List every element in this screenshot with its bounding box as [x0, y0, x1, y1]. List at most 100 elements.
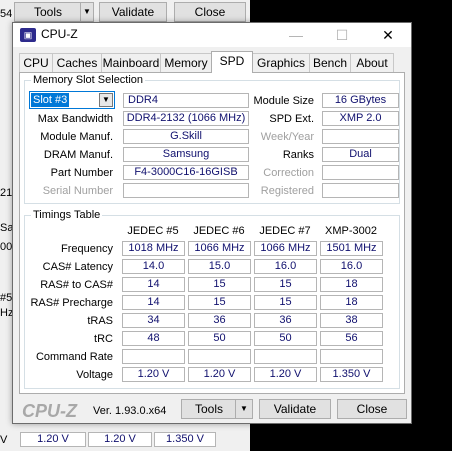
ranks-label: Ranks	[282, 149, 314, 161]
tab-caches[interactable]: Caches	[52, 53, 102, 72]
slot-select-value: Slot #3	[31, 93, 70, 107]
timings-cell	[122, 349, 185, 364]
bg-fragment: #5	[0, 292, 13, 304]
title-bar[interactable]: ▣ CPU-Z — ☐ ✕	[13, 23, 411, 47]
timings-cell: 15	[254, 277, 317, 292]
bg-voltage-label: V	[0, 434, 8, 446]
validate-button[interactable]: Validate	[259, 399, 331, 419]
bg-voltage-field: 1.350 V	[154, 432, 216, 447]
timings-cell: 48	[122, 331, 185, 346]
timings-row-label: Command Rate	[35, 351, 113, 363]
close-window-button[interactable]: ✕	[365, 23, 411, 47]
timings-cell	[188, 349, 251, 364]
tools-button-label: Tools	[194, 402, 223, 416]
spd-tab-panel: Memory Slot Selection Slot #3 ▼ DDR4 Mod…	[19, 72, 405, 394]
tab-graphics[interactable]: Graphics	[252, 53, 310, 72]
timings-column-header: JEDEC #7	[259, 225, 311, 237]
timings-cell: 1501 MHz	[320, 241, 383, 256]
bg-tools-arrow[interactable]: ▼	[80, 2, 94, 22]
timings-cell: 14	[122, 295, 185, 310]
bg-close-button[interactable]: Close	[174, 2, 246, 22]
timings-cell: 36	[188, 313, 251, 328]
timings-cell: 50	[188, 331, 251, 346]
week-year-label: Week/Year	[260, 131, 314, 143]
timings-row-label: tRC	[94, 333, 113, 345]
part-number-field: F4-3000C16-16GISB	[123, 165, 249, 180]
cpuz-app-icon: ▣	[20, 28, 36, 42]
timings-cell: 15	[254, 295, 317, 310]
timings-cell: 1.20 V	[254, 367, 317, 382]
timings-row-label: Frequency	[61, 243, 113, 255]
chevron-down-icon: ▼	[99, 93, 113, 107]
timings-cell	[320, 349, 383, 364]
timings-legend: Timings Table	[33, 209, 101, 221]
timings-cell: 16.0	[320, 259, 383, 274]
registered-field	[322, 183, 399, 198]
part-number-label: Part Number	[50, 167, 113, 179]
timings-cell: 1.350 V	[320, 367, 383, 382]
serial-number-field	[123, 183, 249, 198]
tools-button[interactable]: Tools ▼	[181, 399, 253, 419]
timings-column-header: XMP-3002	[325, 225, 377, 237]
timings-row-label: tRAS	[87, 315, 113, 327]
tab-cpu[interactable]: CPU	[19, 53, 53, 72]
timings-column-header: JEDEC #6	[193, 225, 245, 237]
tab-mainboard[interactable]: Mainboard	[101, 53, 161, 72]
bg-tools-button[interactable]: Tools	[14, 2, 82, 22]
tab-bench[interactable]: Bench	[309, 53, 351, 72]
timings-cell: 1066 MHz	[188, 241, 251, 256]
timings-cell: 1066 MHz	[254, 241, 317, 256]
timings-row-label: CAS# Latency	[42, 261, 113, 273]
tab-spd[interactable]: SPD	[211, 51, 253, 73]
module-manuf-label: Module Manuf.	[40, 131, 113, 143]
timings-row-label: RAS# to CAS#	[40, 279, 113, 291]
timings-cell: 16.0	[254, 259, 317, 274]
timings-cell: 18	[320, 277, 383, 292]
memory-slot-legend: Memory Slot Selection	[33, 74, 144, 86]
timings-cell: 15.0	[188, 259, 251, 274]
maximize-button[interactable]: ☐	[319, 23, 365, 47]
timings-cell: 15	[188, 295, 251, 310]
spd-ext-field: XMP 2.0	[322, 111, 399, 126]
spd-ext-label: SPD Ext.	[269, 113, 314, 125]
dram-manuf-field: Samsung	[123, 147, 249, 162]
bg-voltage-field: 1.20 V	[20, 432, 86, 447]
timings-cell: 56	[320, 331, 383, 346]
version-label: Ver. 1.93.0.x64	[93, 405, 167, 417]
timings-column-header: JEDEC #5	[127, 225, 179, 237]
module-size-label: Module Size	[253, 95, 314, 107]
chevron-down-icon[interactable]: ▼	[235, 400, 252, 418]
ranks-field: Dual	[322, 147, 399, 162]
correction-field	[322, 165, 399, 180]
timings-cell: 38	[320, 313, 383, 328]
cpuz-window: ▣ CPU-Z — ☐ ✕ CPU Caches Mainboard Memor…	[12, 22, 412, 424]
bg-fragment: 54	[0, 8, 13, 20]
timings-row-label: Voltage	[76, 369, 113, 381]
bg-fragment: 00	[0, 241, 13, 253]
timings-cell: 50	[254, 331, 317, 346]
minimize-button[interactable]: —	[273, 23, 319, 47]
timings-cell: 1.20 V	[188, 367, 251, 382]
timings-cell	[254, 349, 317, 364]
timings-cell: 14.0	[122, 259, 185, 274]
memory-type-field: DDR4	[123, 93, 249, 108]
registered-label: Registered	[260, 185, 314, 197]
slot-select[interactable]: Slot #3 ▼	[29, 91, 115, 109]
serial-number-label: Serial Number	[42, 185, 113, 197]
week-year-field	[322, 129, 399, 144]
close-button[interactable]: Close	[337, 399, 407, 419]
timings-cell: 1018 MHz	[122, 241, 185, 256]
timings-cell: 15	[188, 277, 251, 292]
timings-cell: 14	[122, 277, 185, 292]
cpuz-logo: CPU-Z	[22, 401, 77, 421]
window-title: CPU-Z	[41, 27, 78, 41]
dram-manuf-label: DRAM Manuf.	[43, 149, 113, 161]
correction-label: Correction	[263, 167, 314, 179]
bg-voltage-field: 1.20 V	[88, 432, 152, 447]
tab-about[interactable]: About	[350, 53, 394, 72]
bg-validate-button[interactable]: Validate	[99, 2, 167, 22]
max-bandwidth-label: Max Bandwidth	[37, 113, 113, 125]
tab-memory[interactable]: Memory	[160, 53, 212, 72]
timings-row-label: RAS# Precharge	[30, 297, 113, 309]
module-manuf-field: G.Skill	[123, 129, 249, 144]
